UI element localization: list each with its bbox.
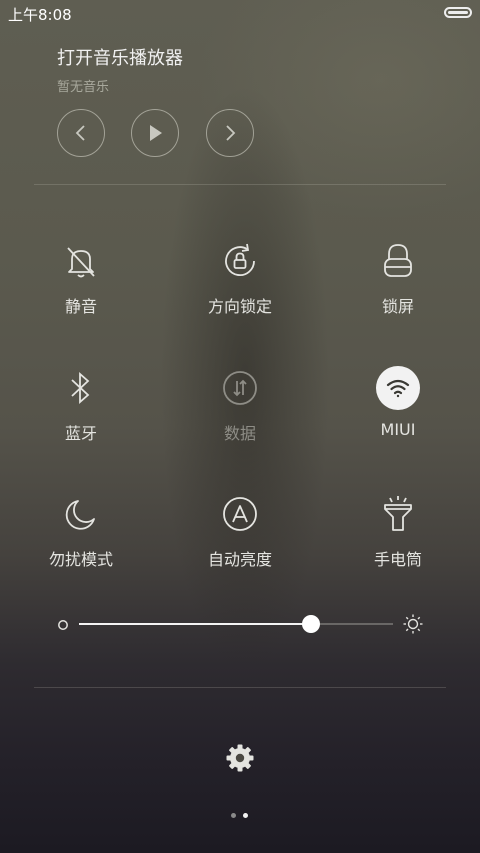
toggle-bluetooth-label: 蓝牙 bbox=[64, 424, 97, 443]
brightness-high-icon bbox=[403, 614, 423, 634]
toggle-bluetooth[interactable]: 蓝牙 bbox=[21, 365, 141, 444]
music-title[interactable]: 打开音乐播放器 bbox=[57, 44, 183, 70]
divider-top bbox=[34, 184, 446, 185]
play-button[interactable] bbox=[131, 109, 179, 157]
mobile-data-icon bbox=[223, 371, 257, 405]
toggle-lock-screen[interactable]: 锁屏 bbox=[338, 238, 458, 317]
toggle-wifi[interactable]: MIUI bbox=[338, 365, 458, 439]
flashlight-icon bbox=[384, 496, 412, 531]
battery-icon bbox=[444, 7, 472, 18]
toggle-auto-brightness[interactable]: 自动亮度 bbox=[180, 491, 300, 570]
brightness-fill bbox=[79, 623, 311, 625]
settings-button[interactable] bbox=[225, 743, 255, 773]
page-dot bbox=[231, 813, 236, 818]
toggle-wifi-label: MIUI bbox=[380, 420, 416, 439]
page-dot-active bbox=[243, 813, 248, 818]
gear-icon bbox=[226, 744, 254, 772]
music-widget[interactable]: 打开音乐播放器 暂无音乐 bbox=[57, 44, 183, 95]
previous-icon bbox=[75, 125, 85, 141]
toggle-flashlight[interactable]: 手电筒 bbox=[338, 491, 458, 570]
toggle-mobile-data-label: 数据 bbox=[223, 424, 256, 443]
toggle-mobile-data[interactable]: 数据 bbox=[180, 365, 300, 444]
divider-bottom bbox=[34, 687, 446, 688]
play-icon bbox=[150, 125, 162, 141]
status-time: 上午8:08 bbox=[8, 6, 72, 24]
brightness-track[interactable] bbox=[79, 623, 393, 625]
toggle-flashlight-label: 手电筒 bbox=[373, 550, 422, 569]
previous-button[interactable] bbox=[57, 109, 105, 157]
bell-muted-icon bbox=[67, 247, 95, 278]
brightness-slider[interactable] bbox=[57, 612, 425, 636]
next-icon bbox=[226, 125, 236, 141]
lock-icon bbox=[384, 244, 412, 277]
toggle-silent-label: 静音 bbox=[64, 297, 97, 316]
page-indicator bbox=[231, 813, 251, 819]
toggle-rotation-lock-label: 方向锁定 bbox=[207, 297, 272, 316]
wifi-icon bbox=[386, 379, 410, 398]
next-button[interactable] bbox=[206, 109, 254, 157]
bluetooth-icon bbox=[71, 372, 90, 404]
music-subtitle: 暂无音乐 bbox=[57, 80, 110, 95]
toggle-auto-brightness-label: 自动亮度 bbox=[207, 550, 272, 569]
status-bar: 上午8:08 bbox=[0, 0, 480, 28]
toggle-rotation-lock[interactable]: 方向锁定 bbox=[180, 238, 300, 317]
toggle-silent[interactable]: 静音 bbox=[21, 238, 141, 317]
moon-icon bbox=[65, 500, 95, 530]
brightness-thumb[interactable] bbox=[302, 615, 320, 633]
auto-brightness-icon bbox=[223, 497, 257, 531]
brightness-low-icon bbox=[58, 620, 68, 630]
toggle-do-not-disturb-label: 勿扰模式 bbox=[48, 550, 113, 569]
rotation-lock-icon bbox=[225, 243, 255, 277]
toggle-do-not-disturb[interactable]: 勿扰模式 bbox=[21, 491, 141, 570]
toggle-lock-screen-label: 锁屏 bbox=[381, 297, 414, 316]
